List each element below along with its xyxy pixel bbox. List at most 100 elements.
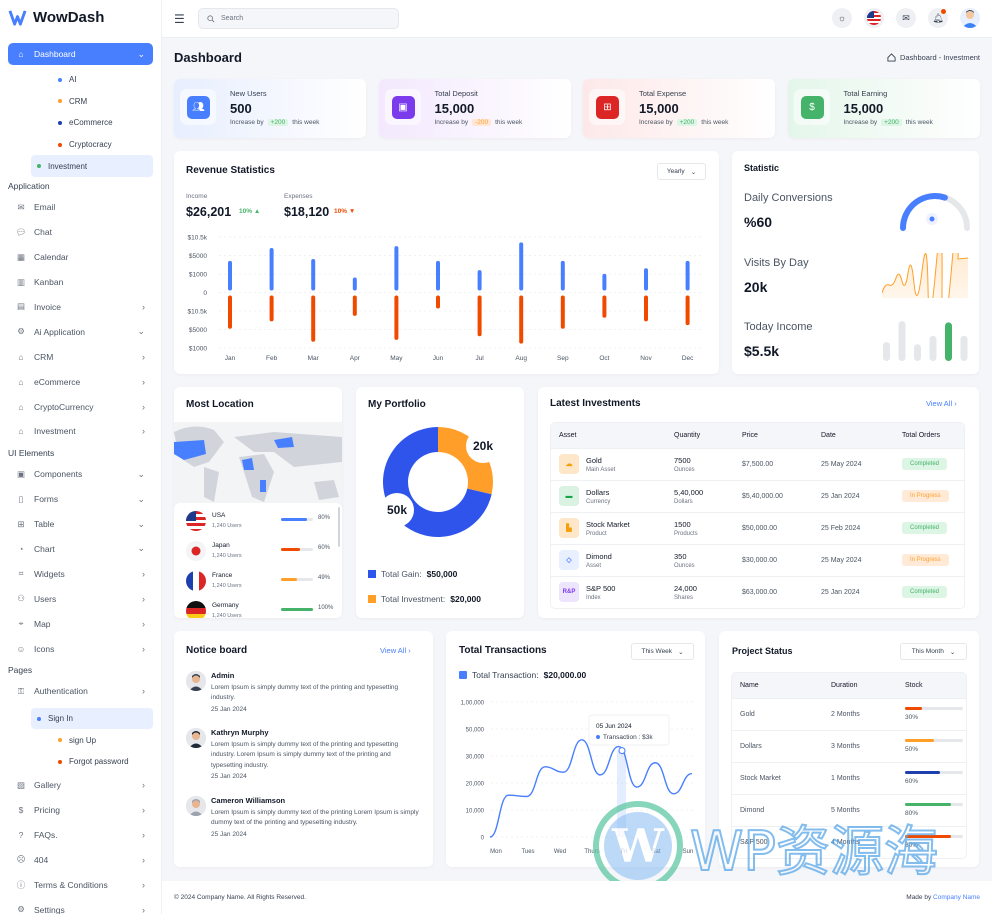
- stock-percent: 80%: [905, 810, 919, 817]
- sidebar-item-crm[interactable]: ⌂ CRM ›: [8, 344, 153, 369]
- chevron-right-icon: ›: [142, 351, 145, 362]
- stock-progress-fill: [905, 803, 952, 806]
- messages-button[interactable]: ✉: [896, 8, 916, 28]
- chevron-right-icon: ›: [142, 426, 145, 437]
- notifications-button[interactable]: 🔔︎: [928, 8, 948, 28]
- project-row[interactable]: Stock Market 1 Months 60%: [732, 761, 966, 794]
- sidebar-item-table[interactable]: ⊞ Table ⌄: [8, 512, 153, 537]
- theme-toggle-button[interactable]: ☼: [832, 8, 852, 28]
- transactions-period-select[interactable]: This Week ⌄: [631, 643, 694, 660]
- sidebar-item-widgets[interactable]: ⌗ Widgets ›: [8, 561, 153, 586]
- sidebar-subitem-cryptocracy[interactable]: Cryptocracy: [30, 134, 153, 156]
- sidebar-subitem-ai[interactable]: AI: [30, 69, 153, 91]
- investments-view-all-link[interactable]: View All ›: [926, 399, 957, 408]
- sidebar-item-terms-conditions[interactable]: ⓘ Terms & Conditions ›: [8, 872, 153, 897]
- sidebar-item-icons[interactable]: ☺ Icons ›: [8, 636, 153, 661]
- chevron-right-icon: ›: [142, 376, 145, 387]
- income-bar: [477, 270, 482, 291]
- sidebar-subitem-sign-in[interactable]: Sign In: [31, 707, 153, 730]
- expense-bar: [560, 295, 565, 329]
- sidebar-subitem-ecommerce[interactable]: eCommerce: [30, 112, 153, 134]
- x-tick-label: Sep: [557, 355, 569, 362]
- stock-progress-fill: [905, 771, 940, 774]
- transactions-legend: Total Transaction: $20,000.00: [459, 670, 586, 680]
- location-scrollbar[interactable]: [338, 507, 340, 547]
- country-percent: 80%: [318, 515, 331, 521]
- pricing-icon: $: [18, 805, 24, 815]
- invoice-icon: ▤: [16, 301, 26, 312]
- sidebar-item-chat[interactable]: 💬︎ Chat: [8, 220, 153, 245]
- expense-bar: [228, 295, 232, 329]
- logo[interactable]: WowDash: [8, 8, 104, 27]
- column-header[interactable]: Name: [732, 673, 823, 698]
- sidebar-item-map[interactable]: ⌖ Map ›: [8, 611, 153, 636]
- investment-row[interactable]: R&P S&P 500 Index 24,000 Shares $63,000.00 25 …: [551, 575, 964, 608]
- expense-bar: [311, 295, 316, 342]
- project-period-select[interactable]: This Month ⌄: [900, 643, 967, 660]
- project-duration: 1 Months: [823, 761, 897, 794]
- notice-item[interactable]: Kathryn Murphy Lorem Ipsum is simply dumm…: [186, 728, 421, 780]
- company-link[interactable]: Company Name: [933, 894, 980, 901]
- project-row[interactable]: Dimond 5 Months 80%: [732, 793, 966, 826]
- sidebar-item-components[interactable]: ▣ Components ⌄: [8, 462, 153, 487]
- project-row[interactable]: Dollars 3 Months 50%: [732, 729, 966, 762]
- sidebar-item-investment[interactable]: ⌂ Investment ›: [8, 419, 153, 444]
- menu-toggle-icon[interactable]: ☰: [174, 12, 185, 26]
- user-avatar[interactable]: [960, 8, 980, 28]
- sidebar-item-cryptocurrency[interactable]: ⌂ CryptoCurrency ›: [8, 394, 153, 419]
- notice-item[interactable]: Cameron Williamson Lorem Ipsum is simply …: [186, 796, 421, 838]
- sidebar-item-pricing[interactable]: $ Pricing ›: [8, 798, 153, 823]
- quantity: 350: [674, 551, 687, 561]
- sidebar-subitem-investment[interactable]: Investment: [31, 155, 153, 177]
- location-row: USA 1,240 Users 80%: [186, 509, 336, 539]
- column-header[interactable]: Total Orders: [894, 423, 964, 448]
- sidebar-item-chart[interactable]: ◔ Chart ⌄: [8, 537, 153, 562]
- notice-item[interactable]: Admin Lorem Ipsum is simply dummy text of…: [186, 671, 421, 713]
- column-header[interactable]: Asset: [551, 423, 666, 448]
- revenue-period-select[interactable]: Yearly ⌄: [657, 163, 706, 180]
- project-row[interactable]: Gold 2 Months 30%: [732, 697, 966, 730]
- sidebar-item-email[interactable]: ✉ Email: [8, 195, 153, 220]
- sidebar-item-label: Invoice: [34, 301, 61, 312]
- language-button[interactable]: [864, 8, 884, 28]
- sidebar-item-dashboard[interactable]: ⌂ Dashboard ⌄: [8, 43, 153, 65]
- sidebar-item-ai-application[interactable]: ⚙ Ai Application ⌄: [8, 319, 153, 344]
- breadcrumb-text[interactable]: Dashboard - Investment: [900, 53, 980, 62]
- column-header[interactable]: Duration: [823, 673, 897, 698]
- investment-row[interactable]: ☁ Gold Main Asset 7500 Ounces $7,500.00 25 May…: [551, 447, 964, 480]
- income-bar: [228, 260, 232, 291]
- usa-flag-icon: [186, 511, 206, 531]
- sidebar-item-kanban[interactable]: ▥ Kanban: [8, 270, 153, 295]
- sidebar-section-heading: Pages: [8, 665, 33, 675]
- sidebar-item-calendar[interactable]: ▦ Calendar: [8, 245, 153, 270]
- legend-gain: Total Gain: $50,000: [368, 569, 457, 579]
- investment-row[interactable]: ◇ Dimond Asset 350 Ounces $30,000.00 25 May 20…: [551, 543, 964, 576]
- auth-icon: ⚿: [17, 685, 25, 696]
- income-value: $26,201: [186, 205, 232, 219]
- investment-row[interactable]: ▙ Stock Market Product 1500 Products $50,000.…: [551, 511, 964, 544]
- sidebar-item-forms[interactable]: ▯ Forms ⌄: [8, 487, 153, 512]
- column-header[interactable]: Date: [813, 423, 894, 448]
- sidebar-item-ecommerce[interactable]: ⌂ eCommerce ›: [8, 369, 153, 394]
- column-header[interactable]: Price: [734, 423, 813, 448]
- search-input[interactable]: Search: [198, 8, 399, 29]
- sidebar-item-authentication[interactable]: ⚿ Authentication ›: [8, 679, 153, 704]
- sidebar-item-invoice[interactable]: ▤ Invoice ›: [8, 295, 153, 320]
- sidebar-item-settings[interactable]: ⚙ Settings ›: [8, 897, 153, 914]
- sidebar-subitem-sign-up[interactable]: sign Up: [30, 729, 153, 751]
- sidebar-subitem-crm[interactable]: CRM: [30, 91, 153, 113]
- kpi-change-suffix: this week: [495, 119, 523, 126]
- sidebar-subitem-forgot-password[interactable]: Forgot password: [30, 751, 153, 773]
- revenue-chart: $10.5k $5000 $1000 0 $10.5k $5000 $1000 Jan Feb M…: [187, 235, 704, 362]
- investment-row[interactable]: ▬ Dollars Currency 5,40,000 Dollars $5,40,000…: [551, 479, 964, 512]
- sidebar-item-gallery[interactable]: ▨ Gallery ›: [8, 773, 153, 798]
- project-row[interactable]: S&P 500 4 Months 80%: [732, 825, 966, 858]
- project-name: S&P 500: [732, 825, 823, 858]
- column-header[interactable]: Stock: [897, 673, 966, 698]
- kpi-change-prefix: Increase by: [434, 119, 469, 126]
- sidebar-item-users[interactable]: ⚇ Users ›: [8, 586, 153, 611]
- column-header[interactable]: Quantity: [666, 423, 734, 448]
- notice-view-all-link[interactable]: View All ›: [380, 646, 411, 655]
- sidebar-item-404[interactable]: ☹ 404 ›: [8, 847, 153, 872]
- sidebar-item-faqs-[interactable]: ? FAQs. ›: [8, 822, 153, 847]
